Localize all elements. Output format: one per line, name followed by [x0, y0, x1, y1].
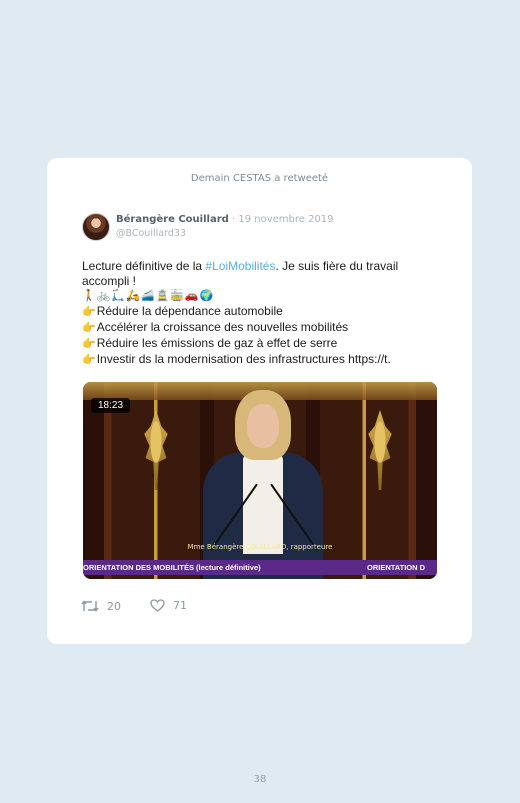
video-banner: ORIENTATION DES MOBILITÉS (lecture défin…	[83, 560, 437, 575]
author-handle[interactable]: @BCouillard33	[116, 228, 186, 239]
avatar[interactable]	[82, 213, 110, 241]
tweet-line-2: accompli !	[82, 274, 137, 288]
pointing-hand-icon: 👉	[82, 322, 96, 334]
tweet-text-segment: Lecture définitive de la	[82, 259, 206, 273]
page-number: 38	[253, 774, 267, 785]
tweet-line-1: Lecture définitive de la #LoiMobilités. …	[82, 259, 442, 274]
pointing-hand-icon: 👉	[82, 354, 96, 366]
author-line: Bérangère Couillard · 19 novembre 2019	[116, 214, 334, 225]
tweet-text: Lecture définitive de la #LoiMobilités. …	[82, 259, 442, 368]
tweet-date[interactable]: 19 novembre 2019	[238, 214, 333, 225]
heart-icon	[150, 599, 165, 612]
bullet-point: 👉Investir ds la modernisation des infras…	[82, 352, 442, 368]
retweet-notice: Demain CESTAS a retweeté	[190, 173, 329, 184]
speaker-face	[247, 404, 279, 448]
like-count: 71	[173, 599, 187, 612]
bullet-text: Accélérer la croissance des nouvelles mo…	[96, 320, 349, 334]
pointing-hand-icon: 👉	[82, 306, 96, 318]
bullet-point: 👉Réduire la dépendance automobile	[82, 304, 442, 320]
bullet-text[interactable]: Investir ds la modernisation des infrast…	[97, 352, 391, 366]
speaker-caption: Mme Bérangère COUILLARD, rapporteure	[187, 543, 333, 551]
like-button[interactable]: 71	[150, 599, 187, 612]
bullet-point: 👉Accélérer la croissance des nouvelles m…	[82, 320, 442, 336]
hashtag-link[interactable]: #LoiMobilités	[205, 259, 275, 273]
tweet-card: Demain CESTAS a retweeté Bérangère Couil…	[47, 158, 472, 644]
video-player[interactable]: 18:23 Mme Bérangère COUILLARD, rapporteu…	[83, 382, 437, 579]
separator: ·	[228, 214, 239, 225]
bullet-text: Réduire la dépendance automobile	[96, 304, 283, 318]
author-name[interactable]: Bérangère Couillard	[116, 214, 229, 225]
bullet-point: 👉Réduire les émissions de gaz à effet de…	[82, 336, 442, 352]
banner-text: ORIENTATION DES MOBILITÉS (lecture défin…	[83, 563, 261, 572]
speaker-shirt	[243, 454, 283, 554]
retweet-count: 20	[107, 599, 121, 613]
pointing-hand-icon: 👉	[82, 338, 96, 350]
video-duration: 18:23	[91, 398, 131, 413]
retweet-icon	[81, 599, 99, 613]
banner-text: ORIENTATION D	[367, 563, 426, 572]
retweet-button[interactable]: 20	[81, 599, 121, 613]
bullet-text: Réduire les émissions de gaz à effet de …	[96, 336, 338, 350]
emoji-row: 🚶🚲🛴🛵🚄🚊🚋🚗🌍	[82, 290, 215, 302]
tweet-text-segment: . Je suis fière du travail	[275, 259, 399, 273]
